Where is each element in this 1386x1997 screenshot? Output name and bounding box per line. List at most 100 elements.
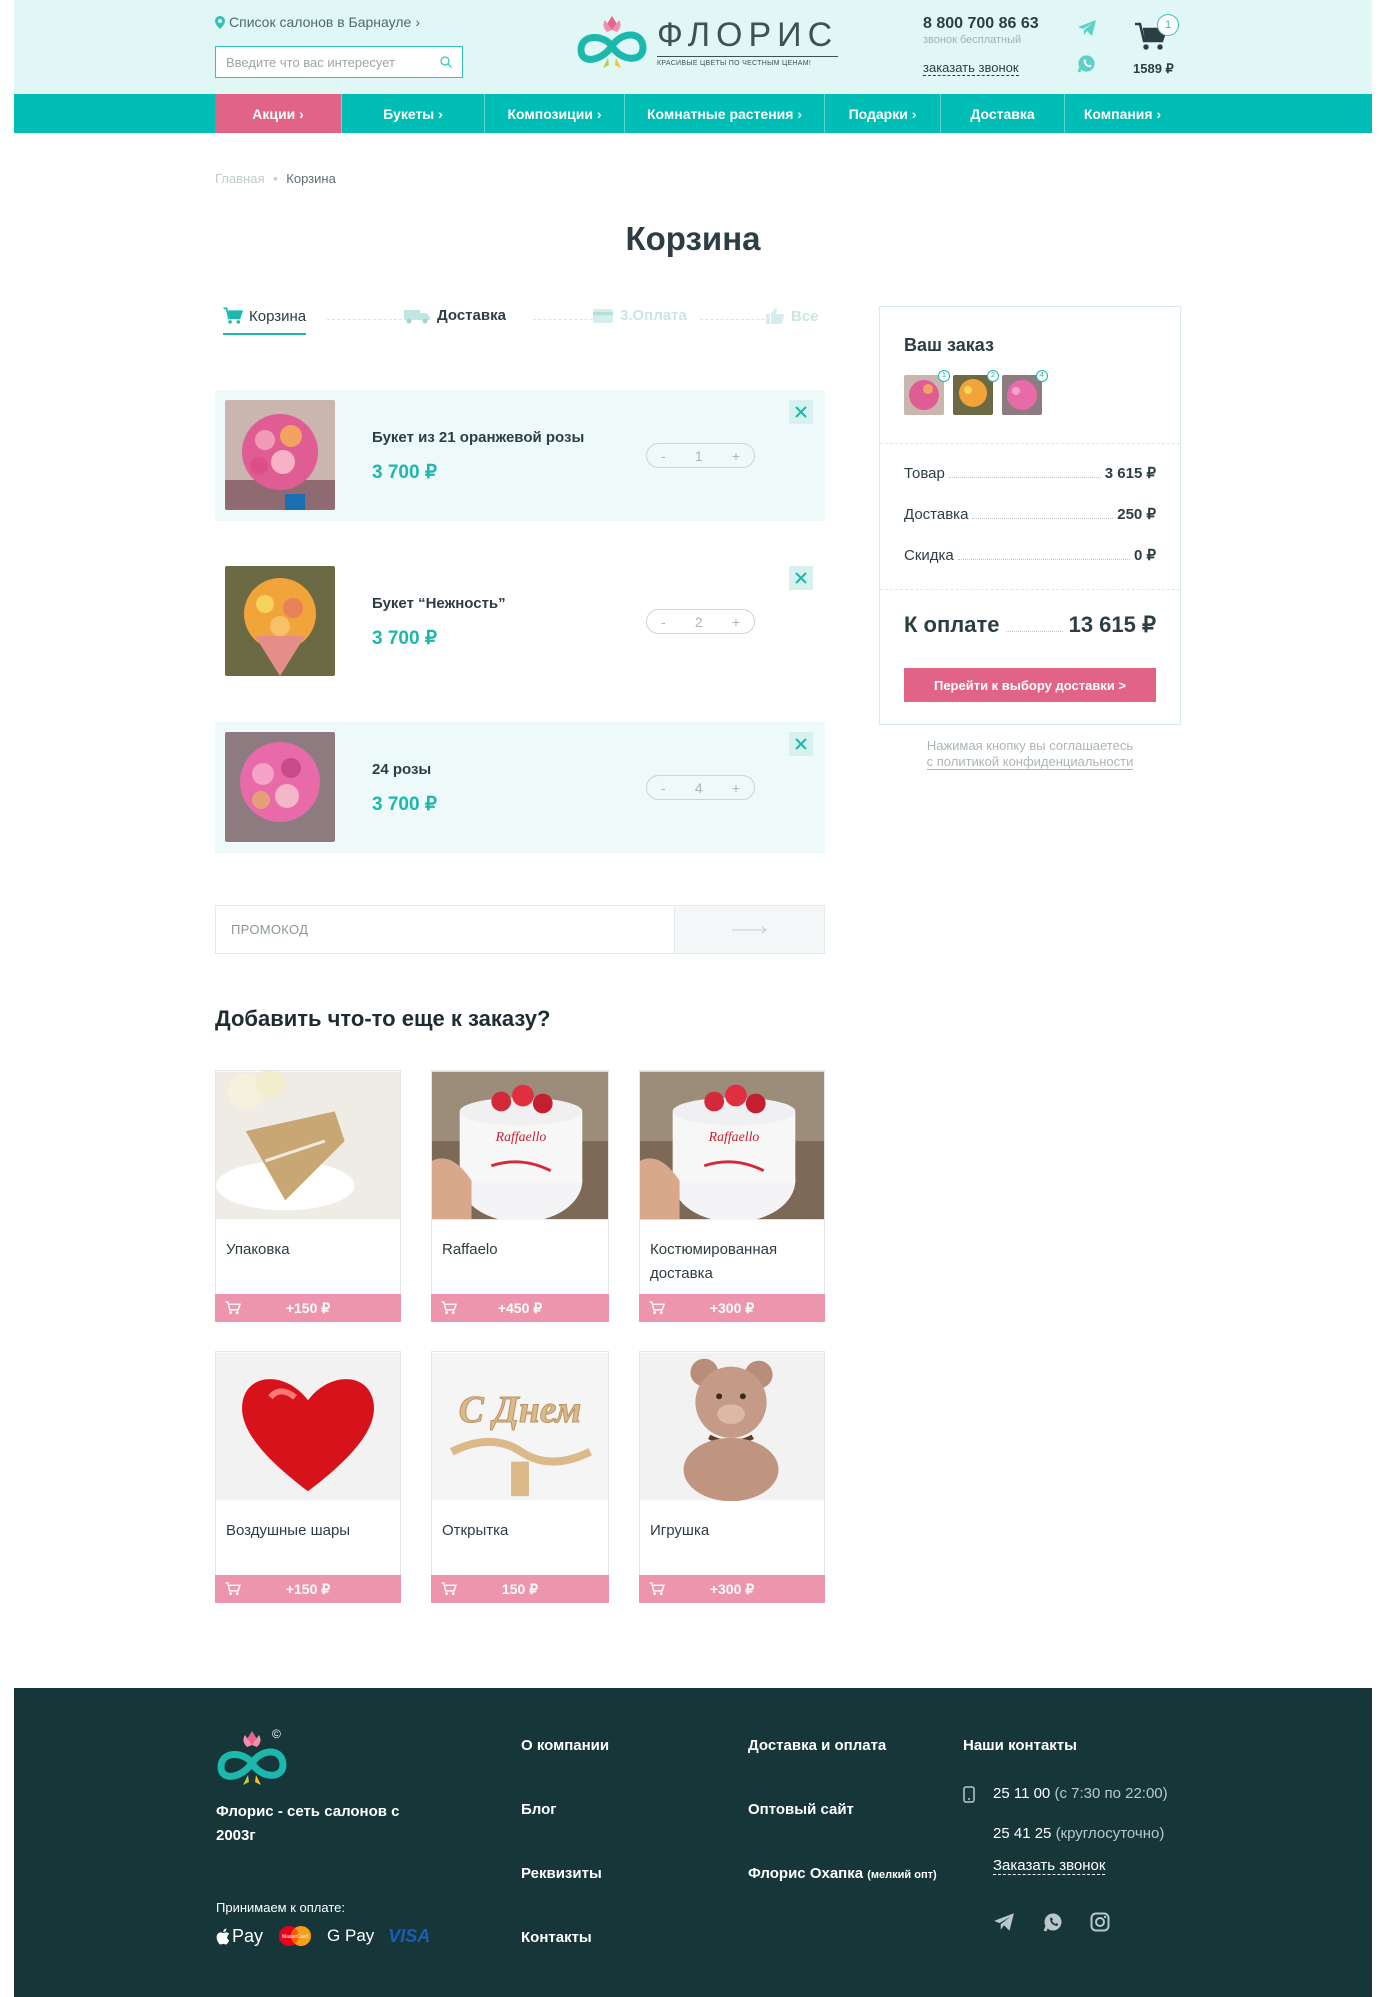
decrease-button[interactable]: - [661, 614, 666, 630]
close-icon [795, 738, 807, 750]
product-name: Открытка [442, 1522, 509, 1539]
increase-button[interactable]: + [732, 614, 740, 630]
summary-divider [880, 443, 1180, 444]
header-phone[interactable]: 8 800 700 86 63 [923, 15, 1039, 33]
summary-total: К оплате 13 615 ₽ [904, 612, 1156, 638]
whatsapp-icon[interactable] [1043, 1912, 1063, 1932]
step-delivery[interactable]: Доставка [403, 307, 506, 324]
logo[interactable]: ФЛОРИС КРАСИВЫЕ ЦВЕТЫ ПО ЧЕСТНЫМ ЦЕНАМ! [575, 10, 839, 74]
cart-icon [225, 1301, 241, 1315]
decrease-button[interactable]: - [661, 448, 666, 464]
instagram-icon[interactable] [1090, 1912, 1110, 1932]
add-to-cart-button[interactable]: +150 ₽ [215, 1575, 401, 1603]
telegram-icon[interactable] [993, 1912, 1015, 1932]
privacy-policy-link[interactable]: с политикой конфиденциальности [926, 754, 1134, 770]
nav-item-compositions[interactable]: Композиции › [485, 94, 625, 133]
product-image[interactable] [225, 400, 335, 510]
order-thumb[interactable] [1002, 375, 1042, 415]
footer-link-note: (мелкий опт) [867, 1869, 937, 1881]
phone-number: 25 11 00 [993, 1785, 1051, 1802]
step-payment[interactable]: 3.Оплата [592, 307, 687, 324]
upsell-title: Добавить что-то еще к заказу? [215, 1006, 551, 1031]
quantity-stepper[interactable]: - 2 + [646, 609, 755, 634]
upsell-card[interactable]: Упаковка +150 ₽ [215, 1070, 401, 1322]
upsell-card[interactable]: Raffaello Raffaelo +450 ₽ [431, 1070, 609, 1322]
add-to-cart-button[interactable]: +300 ₽ [639, 1575, 825, 1603]
upsell-card[interactable]: Игрушка +300 ₽ [639, 1351, 825, 1603]
footer-link-okhapka[interactable]: Флорис Охапка (мелкий опт) [748, 1865, 937, 1882]
quantity-stepper[interactable]: - 1 + [646, 443, 755, 468]
upsell-card[interactable]: Raffaello Костюмированная доставка +300 … [639, 1070, 825, 1322]
quantity-value[interactable]: 1 [695, 448, 703, 464]
phone-hours: (круглосуточно) [1055, 1825, 1165, 1842]
nav-item-gifts[interactable]: Подарки › [825, 94, 941, 133]
footer-link-requisites[interactable]: Реквизиты [521, 1865, 602, 1882]
promo-apply-button[interactable] [674, 906, 824, 953]
footer-link-about[interactable]: О компании [521, 1737, 609, 1754]
cart-total[interactable]: 1589 ₽ [1133, 61, 1174, 77]
order-thumb[interactable] [904, 375, 944, 415]
product-image[interactable] [225, 566, 335, 676]
nav-item-house-plants[interactable]: Комнатные растения › [625, 94, 825, 133]
apple-pay-icon: Pay [216, 1926, 263, 1947]
location-link[interactable]: Список салонов в Барнауле › [215, 14, 420, 30]
go-to-delivery-button[interactable]: Перейти к выбору доставки > [904, 668, 1156, 702]
whatsapp-icon[interactable] [1077, 54, 1096, 73]
footer-link-contacts[interactable]: Контакты [521, 1929, 592, 1946]
nav-item-label: Доставка [970, 105, 1035, 122]
product-price: +450 ₽ [497, 1299, 543, 1316]
search-input[interactable]: Введите что вас интересует [215, 46, 463, 78]
nav-item-delivery[interactable]: Доставка [941, 94, 1065, 133]
item-name[interactable]: 24 розы [372, 761, 431, 778]
decrease-button[interactable]: - [661, 780, 666, 796]
contact-phone-1[interactable]: 25 11 00 (с 7:30 по 22:00) [993, 1785, 1168, 1802]
remove-item-button[interactable] [789, 732, 813, 756]
thumb-qty-badge: 4 [1036, 370, 1048, 382]
quantity-stepper[interactable]: - 4 + [646, 775, 755, 800]
item-price: 3 700 ₽ [372, 462, 437, 483]
quantity-value[interactable]: 4 [695, 780, 703, 796]
telegram-icon[interactable] [1077, 19, 1097, 37]
add-to-cart-button[interactable]: +450 ₽ [431, 1294, 609, 1322]
footer-link-blog[interactable]: Блог [521, 1801, 557, 1818]
quantity-value[interactable]: 2 [695, 614, 703, 630]
product-image: Raffaello [640, 1071, 824, 1220]
chevron-right-icon: › [1156, 105, 1162, 122]
upsell-card[interactable]: С Днем Открытка 150 ₽ [431, 1351, 609, 1603]
order-summary: Ваш заказ 1 2 4 Товар 3 615 ₽ Доставка 250… [879, 306, 1181, 725]
add-to-cart-button[interactable]: +300 ₽ [639, 1294, 825, 1322]
contact-phone-2[interactable]: 25 41 25 (круглосуточно) [993, 1825, 1164, 1842]
increase-button[interactable]: + [732, 448, 740, 464]
item-name[interactable]: Букет из 21 оранжевой розы [372, 429, 584, 446]
promo-code-input[interactable]: ПРОМОКОД [216, 906, 674, 953]
callback-link[interactable]: заказать звонок [923, 60, 1019, 76]
map-pin-icon [215, 15, 225, 29]
footer-link-wholesale[interactable]: Оптовый сайт [748, 1801, 854, 1818]
nav-item-bouquets[interactable]: Букеты › [342, 94, 485, 133]
brand-name: ФЛОРИС [657, 15, 839, 54]
remove-item-button[interactable] [789, 400, 813, 424]
cart-item: Букет “Нежность” 3 700 ₽ - 2 + [215, 556, 825, 687]
footer-callback-link[interactable]: Заказать звонок [993, 1857, 1106, 1875]
cart-item: 24 розы 3 700 ₽ - 4 + [215, 722, 825, 853]
breadcrumb-home[interactable]: Главная [215, 171, 264, 186]
add-to-cart-button[interactable]: 150 ₽ [431, 1575, 609, 1603]
product-price: 150 ₽ [501, 1580, 539, 1597]
order-thumb[interactable] [953, 375, 993, 415]
step-done[interactable]: Все [765, 307, 819, 325]
product-image[interactable] [225, 732, 335, 842]
item-name[interactable]: Букет “Нежность” [372, 595, 506, 612]
nav-item-label: Акции [252, 105, 296, 122]
breadcrumb: Главная • Корзина [215, 171, 336, 186]
search-icon[interactable] [440, 56, 452, 68]
increase-button[interactable]: + [732, 780, 740, 796]
step-cart[interactable]: Корзина [223, 307, 307, 335]
step-divider [327, 319, 402, 320]
nav-item-label: Комнатные растения [646, 105, 794, 122]
nav-item-sales[interactable]: Акции › [215, 94, 342, 133]
upsell-card[interactable]: Воздушные шары +150 ₽ [215, 1351, 401, 1603]
remove-item-button[interactable] [789, 566, 813, 590]
nav-item-company[interactable]: Компания › [1065, 94, 1180, 133]
footer-link-delivery[interactable]: Доставка и оплата [748, 1737, 886, 1754]
add-to-cart-button[interactable]: +150 ₽ [215, 1294, 401, 1322]
